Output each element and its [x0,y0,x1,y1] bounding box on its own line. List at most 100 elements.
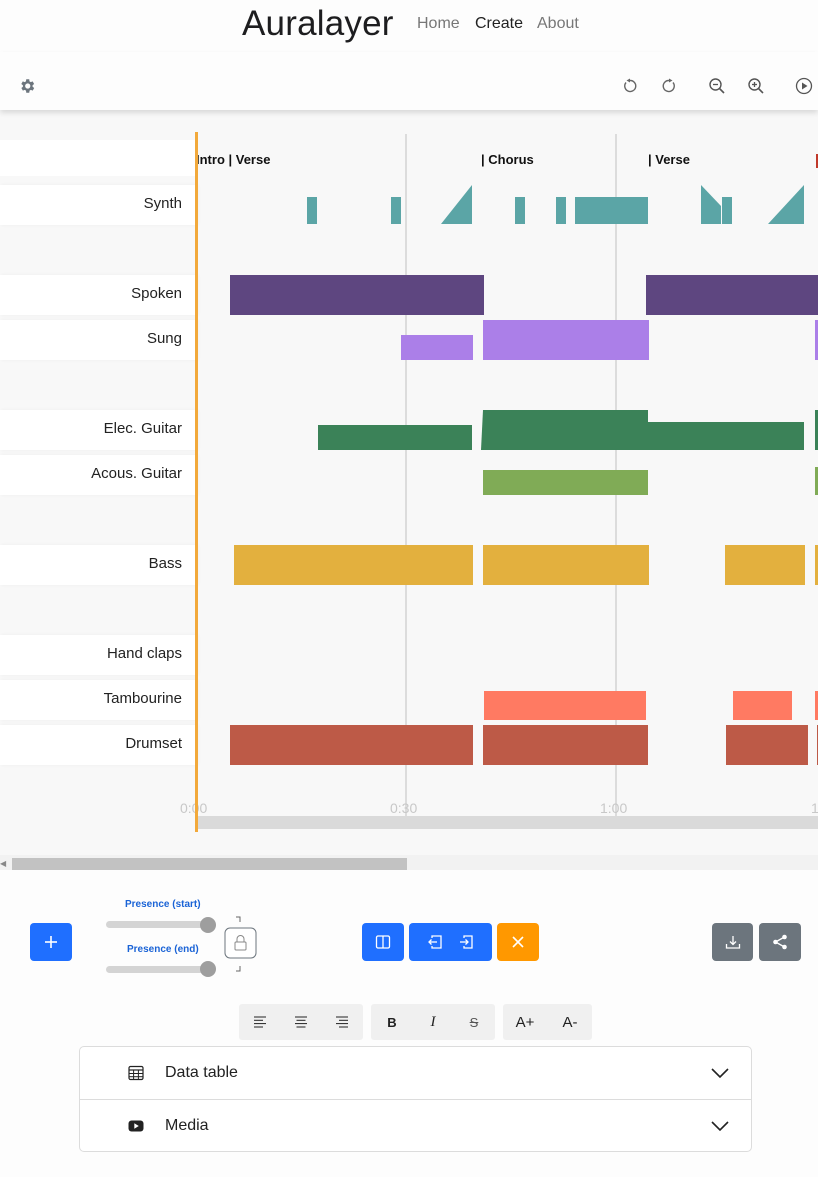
chevron-down-icon [711,1068,729,1079]
layer-acous-guitar[interactable] [483,467,818,495]
layer-spoken[interactable] [230,275,818,315]
download-button[interactable] [712,923,753,961]
split-button[interactable] [362,923,404,961]
segment[interactable] [401,335,473,360]
layer-label-sung[interactable]: Sung [0,320,196,360]
nav-home[interactable]: Home [417,15,460,33]
accordion-item-media[interactable]: Media [80,1100,751,1152]
undo-icon[interactable] [620,76,640,96]
presence-start-label: Presence (start) [125,899,201,910]
segment[interactable] [648,422,804,450]
segment[interactable] [722,197,732,224]
playhead[interactable] [195,132,198,832]
segment[interactable] [515,197,525,224]
section-label[interactable]: Intro | Verse [196,152,270,167]
segment[interactable] [726,725,808,765]
bold-button[interactable]: B [372,1004,412,1040]
layer-sung[interactable] [401,320,818,360]
segment[interactable] [483,545,649,585]
italic-button[interactable]: I [413,1004,453,1040]
layer-label-bass[interactable]: Bass [0,545,196,585]
accordion: Data table Media [79,1046,752,1152]
nav-create[interactable]: Create [475,15,523,33]
segment[interactable] [441,185,472,224]
segment[interactable] [701,185,721,224]
youtube-icon [128,1120,144,1132]
scrollbar-thumb[interactable] [12,858,407,870]
presence-end-thumb[interactable] [200,961,216,977]
layer-label-tambourine[interactable]: Tambourine [0,680,196,720]
layer-label-drumset[interactable]: Drumset [0,725,196,765]
segment[interactable] [733,691,792,720]
zoom-out-icon[interactable] [707,76,727,96]
play-icon[interactable] [794,76,814,96]
chevron-down-icon [711,1121,729,1132]
brand-logo[interactable]: Auralayer [242,4,394,44]
presence-start-slider[interactable] [106,921,214,928]
time-tick: 1 [811,800,818,816]
time-tick: 0:00 [180,800,208,816]
layer-drumset[interactable] [230,725,818,765]
segment[interactable] [307,197,317,224]
align-left-button[interactable] [240,1004,280,1040]
layer-label-elec-guitar[interactable]: Elec. Guitar [0,410,196,450]
segment[interactable] [483,320,649,360]
controls-panel: Presence (start) Presence (end) B I S A+… [0,873,818,1177]
add-layer-button[interactable] [30,923,72,961]
delete-button[interactable] [497,923,539,961]
share-button[interactable] [759,923,801,961]
layer-tambourine[interactable] [484,691,818,720]
navbar: Auralayer Home Create About [0,0,818,52]
layer-name: Acous. Guitar [91,465,182,482]
presence-lock[interactable] [224,915,258,973]
segment[interactable] [725,545,805,585]
download-icon [725,936,740,949]
zoom-in-icon[interactable] [746,76,766,96]
layer-label-acous-guitar[interactable]: Acous. Guitar [0,455,196,495]
horizontal-scrollbar[interactable]: ◀ [0,855,818,870]
section-label[interactable]: | Chorus [481,152,534,167]
font-decrease-button[interactable]: A- [550,1004,590,1040]
merge-right-icon[interactable] [458,934,474,950]
segment[interactable] [318,425,472,450]
scroll-left-arrow[interactable]: ◀ [0,859,6,868]
redo-icon[interactable] [659,76,679,96]
accordion-item-data-table[interactable]: Data table [80,1047,751,1099]
time-tick: 0:30 [390,800,418,816]
segment[interactable] [234,545,473,585]
segment[interactable] [556,197,566,224]
segment[interactable] [483,725,648,765]
layer-label-synth[interactable]: Synth [0,185,196,225]
nav-about[interactable]: About [537,15,579,33]
segment[interactable] [575,197,648,224]
layer-bass[interactable] [234,545,818,585]
align-left-icon [254,1016,266,1028]
align-center-icon [295,1016,307,1028]
layer-label-hand-claps[interactable]: Hand claps [0,635,196,675]
align-right-button[interactable] [322,1004,362,1040]
segment[interactable] [646,275,818,315]
merge-left-icon[interactable] [427,934,443,950]
align-center-button[interactable] [281,1004,321,1040]
presence-end-slider[interactable] [106,966,214,973]
font-increase-button[interactable]: A+ [505,1004,545,1040]
layer-synth[interactable] [307,185,804,224]
segment[interactable] [484,691,646,720]
layer-name: Sung [146,330,182,347]
layer-name: Tambourine [103,690,182,707]
presence-start-thumb[interactable] [200,917,216,933]
segment[interactable] [483,470,648,495]
segment[interactable] [768,185,804,224]
layer-name: Hand claps [106,645,182,662]
segment[interactable] [481,410,648,450]
layer-label-spoken[interactable]: Spoken [0,275,196,315]
layer-elec-guitar[interactable] [318,410,818,450]
strikethrough-button[interactable]: S [454,1004,494,1040]
section-label[interactable]: | Verse [648,152,690,167]
merge-buttons [409,923,492,961]
segment[interactable] [230,725,473,765]
segment[interactable] [391,197,401,224]
gear-icon[interactable] [17,76,37,96]
layer-name: Spoken [131,285,182,302]
segment[interactable] [230,275,484,315]
